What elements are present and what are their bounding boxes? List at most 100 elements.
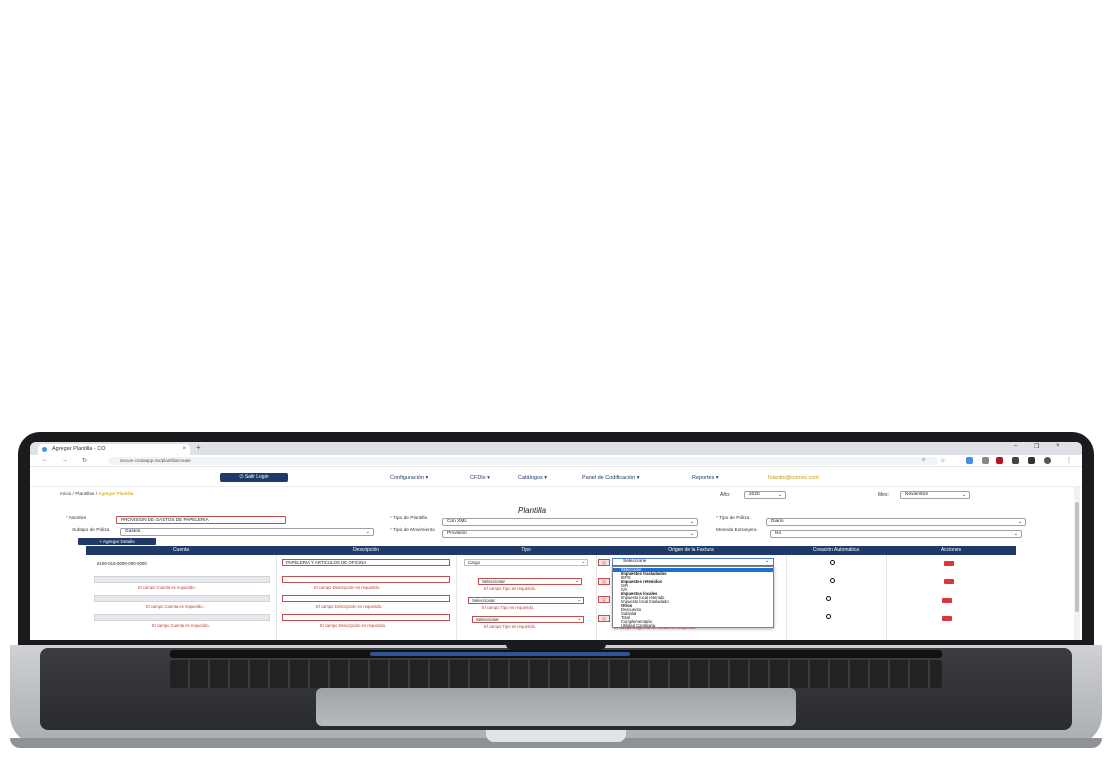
search-button[interactable]: Q <box>598 615 610 622</box>
chevron-down-icon: ⌄ <box>689 531 694 537</box>
menu-reportes[interactable]: Reportes ▾ <box>692 475 719 481</box>
breadcrumb-home[interactable]: Inicio <box>60 492 71 497</box>
auto-create-radio[interactable] <box>826 596 831 601</box>
minimize-icon[interactable]: – <box>1014 443 1017 449</box>
descripcion-field[interactable] <box>282 576 450 583</box>
descripcion-field[interactable] <box>282 595 450 602</box>
cuenta-field[interactable] <box>94 614 270 621</box>
breadcrumb: Inicio / Plantillas / Agregar Plantilla <box>60 492 133 500</box>
extension-icon[interactable] <box>966 457 973 464</box>
reload-icon[interactable]: ↻ <box>82 457 87 464</box>
extension-icon[interactable] <box>982 457 989 464</box>
origen-dropdown-list: Seleccione Impuestos trasladados IEPS Im… <box>612 566 774 628</box>
month-label: Mes: <box>878 492 889 498</box>
menu-catalogos[interactable]: Catálogos ▾ <box>518 475 547 481</box>
tipo-plantilla-select[interactable]: Con XML ⌄ <box>442 518 698 526</box>
browser-tab-bar: Agregar Plantilla - CO × + – ❐ × <box>30 442 1082 455</box>
auto-create-radio[interactable] <box>830 560 835 565</box>
delete-button[interactable] <box>944 561 954 566</box>
error-message: El campo Descripción es requerido. <box>314 585 381 590</box>
user-email[interactable]: fulanito@correo.com <box>768 475 819 481</box>
new-tab-icon[interactable]: + <box>196 443 201 452</box>
forward-icon[interactable]: → <box>62 457 68 463</box>
search-button[interactable]: Q <box>598 578 610 585</box>
breadcrumb-current: Agregar Plantilla <box>98 492 134 497</box>
laptop-mockup: Agregar Plantilla - CO × + – ❐ × ← → ↻ s… <box>0 0 1112 762</box>
app-header: ⏻ Salir Login Configuración ▾ CFDIs ▾ Ca… <box>30 467 1082 487</box>
table-body: 6100-016-0000-000-0000 PAPELERIA Y ARTIC… <box>86 555 1016 640</box>
tipo-select[interactable]: Seleccionar ⌄ <box>478 578 582 585</box>
descripcion-field[interactable]: PAPELERIA Y ARTICULOS DE OFICINA <box>282 559 450 566</box>
screen-hinge <box>506 640 606 650</box>
avatar[interactable] <box>1044 457 1051 464</box>
maximize-icon[interactable]: ❐ <box>1034 443 1039 450</box>
chevron-down-icon: ⌄ <box>1013 531 1018 537</box>
col-cuenta: Cuenta <box>172 547 190 553</box>
year-value: 2020 <box>749 492 760 497</box>
page-title: Plantilla <box>518 506 547 515</box>
back-icon[interactable]: ← <box>42 457 48 463</box>
extension-icon[interactable] <box>996 457 1003 464</box>
cuenta-field[interactable] <box>94 595 270 602</box>
chevron-down-icon: ⌄ <box>777 492 782 498</box>
more-menu-icon[interactable]: ⋮ <box>1066 457 1072 464</box>
menu-configuracion[interactable]: Configuración ▾ <box>390 475 428 481</box>
zoom-icon[interactable]: ⌕ <box>922 457 925 464</box>
tab-title: Agregar Plantilla - CO <box>52 446 106 452</box>
dropdown-option[interactable]: Utilidad Cambiaria <box>621 623 655 628</box>
laptop-screen: Agregar Plantilla - CO × + – ❐ × ← → ↻ s… <box>30 442 1082 640</box>
keyboard <box>170 660 942 688</box>
scrollbar-thumb[interactable] <box>1075 502 1079 612</box>
col-origen: Origen de la Factura <box>668 547 714 553</box>
nombre-field[interactable]: PROVISION DE GASTOS DE PAPELERIA <box>116 516 286 524</box>
error-message: El campo Descripción es requerido. <box>320 623 387 628</box>
chevron-down-icon: ⌄ <box>1017 519 1022 525</box>
browser-tab[interactable]: Agregar Plantilla - CO × <box>38 444 190 455</box>
tipo-movimiento-label: * Tipo de Movimiento <box>390 528 435 533</box>
tipo-poliza-select[interactable]: Diario ⌄ <box>766 518 1026 526</box>
auto-create-radio[interactable] <box>826 614 831 619</box>
chevron-down-icon: ⌄ <box>365 529 370 535</box>
table-row: El campo Cuenta es requerido. El campo D… <box>86 593 1016 612</box>
moneda-select[interactable]: No ⌄ <box>770 530 1022 538</box>
error-message: El campo Cuenta es requerido. <box>146 604 204 609</box>
descripcion-field[interactable] <box>282 614 450 621</box>
menu-panel-codificacion[interactable]: Panel de Codificación ▾ <box>582 475 640 481</box>
delete-button[interactable] <box>942 598 952 603</box>
subtipo-select[interactable]: Gastos ⌄ <box>120 528 374 536</box>
window-close-icon[interactable]: × <box>1056 443 1060 449</box>
close-tab-icon[interactable]: × <box>182 444 186 455</box>
auto-create-radio[interactable] <box>830 578 835 583</box>
delete-button[interactable] <box>944 579 954 584</box>
chevron-down-icon: ⌄ <box>577 616 581 621</box>
chevron-down-icon: ⌄ <box>764 559 769 564</box>
error-message: El campo Tipo es requerido. <box>484 624 537 629</box>
month-value: Noviembre <box>905 492 929 497</box>
tipo-movimiento-select[interactable]: Provisión ⌄ <box>442 530 698 538</box>
search-button[interactable]: Q <box>598 596 610 603</box>
star-icon[interactable]: ☆ <box>940 457 945 464</box>
error-message: El campo Tipo es requerido. <box>482 605 535 610</box>
origen-select[interactable]: Seleccione ⌄ <box>612 558 774 566</box>
extension-icon[interactable] <box>1028 457 1035 464</box>
delete-button[interactable] <box>942 616 952 621</box>
breadcrumb-plantillas[interactable]: Plantillas <box>75 492 94 497</box>
puzzle-icon[interactable] <box>1012 457 1019 464</box>
error-message: El campo Descripción es requerido. <box>316 604 383 609</box>
year-select[interactable]: 2020 ⌄ <box>744 491 786 499</box>
tipo-select[interactable]: Seleccionar ⌄ <box>468 597 584 604</box>
chevron-down-icon: ⌄ <box>581 559 585 564</box>
table-row: 6100-016-0000-000-0000 PAPELERIA Y ARTIC… <box>86 555 1016 574</box>
search-button[interactable]: Q <box>598 559 610 566</box>
table-row: El campo Cuenta es requerido. El campo D… <box>86 612 1016 631</box>
address-input[interactable]: secure.contaapp.mx/plantilla/create <box>108 457 938 465</box>
month-select[interactable]: Noviembre ⌄ <box>900 491 970 499</box>
cuenta-field[interactable]: 6100-016-0000-000-0000 <box>94 561 270 568</box>
browser-toolbar: ← → ↻ secure.contaapp.mx/plantilla/creat… <box>30 455 1082 467</box>
tipo-select[interactable]: Seleccionar ⌄ <box>472 616 584 623</box>
tipo-select[interactable]: Cargo ⌄ <box>464 559 588 566</box>
logout-button[interactable]: ⏻ Salir Login <box>220 473 288 482</box>
menu-cfdis[interactable]: CFDIs ▾ <box>470 475 490 481</box>
add-detail-button[interactable]: + Agregar Detalle <box>78 538 156 545</box>
cuenta-field[interactable] <box>94 576 270 583</box>
